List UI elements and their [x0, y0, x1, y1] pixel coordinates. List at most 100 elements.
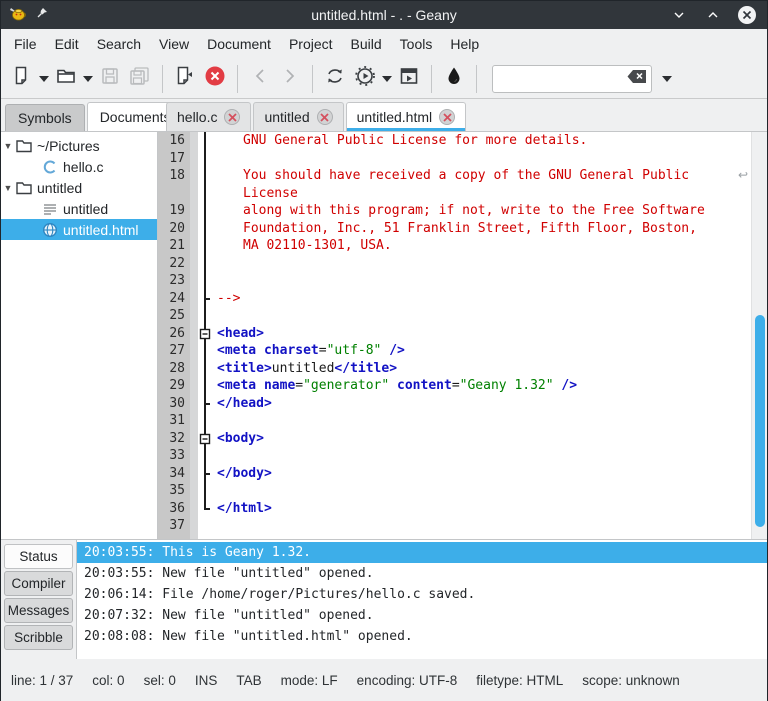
menu-search[interactable]: Search [88, 32, 150, 56]
code-line[interactable] [212, 447, 751, 465]
code-line[interactable]: You should have received a copy of the G… [212, 167, 751, 185]
scrollbar-thumb[interactable] [755, 315, 765, 527]
code-line[interactable] [212, 150, 751, 168]
code-line[interactable] [212, 482, 751, 500]
toolbar-search-field[interactable] [492, 65, 652, 93]
code-line[interactable]: </html> [212, 500, 751, 518]
status-message[interactable]: 20:06:14: File /home/roger/Pictures/hell… [77, 584, 767, 605]
code-line[interactable] [212, 272, 751, 290]
pin-icon[interactable] [35, 6, 49, 25]
status-message[interactable]: 20:08:08: New file "untitled.html" opene… [77, 626, 767, 647]
main-area: ▼~/Pictureshello.c▼untitleduntitleduntit… [1, 132, 767, 539]
fold-marker-boxminus[interactable] [198, 430, 212, 448]
open-file-button[interactable] [51, 64, 81, 94]
code-line[interactable]: <meta name="generator" content="Geany 1.… [212, 377, 751, 395]
close-tab-icon[interactable] [224, 109, 240, 125]
menu-view[interactable]: View [150, 32, 198, 56]
run-icon [399, 66, 419, 91]
tree-item--Pictures[interactable]: ▼~/Pictures [1, 135, 157, 156]
token-tag: <body> [217, 431, 264, 446]
fold-marker-line [198, 132, 212, 150]
code-line[interactable] [212, 517, 751, 535]
open-file-dropdown[interactable] [81, 64, 95, 94]
expander-icon[interactable]: ▼ [1, 141, 15, 151]
fold-marker-boxminus[interactable] [198, 325, 212, 343]
code-area[interactable]: GNU General Public License for more deta… [212, 132, 751, 539]
code-line[interactable]: <body> [212, 430, 751, 448]
build-dropdown[interactable] [380, 64, 394, 94]
clear-search-icon[interactable] [627, 69, 647, 89]
minimize-button[interactable] [669, 5, 689, 25]
color-chooser-button[interactable] [439, 64, 469, 94]
code-line[interactable] [212, 255, 751, 273]
fold-margin[interactable] [198, 132, 212, 539]
close-window-button[interactable] [737, 5, 757, 25]
tree-item-untitled[interactable]: ▼untitled [1, 177, 157, 198]
panel-tab-scribble[interactable]: Scribble [4, 625, 73, 650]
doc-tab-untitled[interactable]: untitled [253, 102, 343, 131]
status-message[interactable]: 20:07:32: New file "untitled" opened. [77, 605, 767, 626]
statusbar-segment-3: INS [195, 673, 218, 688]
code-line[interactable]: License [212, 185, 751, 203]
token-tag: /> [561, 378, 577, 393]
code-line[interactable]: along with this program; if not, write t… [212, 202, 751, 220]
menu-build[interactable]: Build [342, 32, 391, 56]
code-line[interactable]: --> [212, 290, 751, 308]
expander-icon[interactable]: ▼ [1, 183, 15, 193]
close-tab-icon[interactable] [317, 109, 333, 125]
search-history-dropdown[interactable] [660, 64, 674, 94]
toolbar-separator [162, 65, 163, 93]
menu-document[interactable]: Document [198, 32, 280, 56]
menu-edit[interactable]: Edit [46, 32, 88, 56]
close-document-button[interactable] [200, 64, 230, 94]
tree-item-hello-c[interactable]: hello.c [1, 156, 157, 177]
code-line[interactable]: </head> [212, 395, 751, 413]
editor-scrollbar[interactable] [751, 132, 767, 539]
compile-button[interactable] [320, 64, 350, 94]
tree-item-untitled-html[interactable]: untitled.html [1, 219, 157, 240]
run-button[interactable] [394, 64, 424, 94]
fold-marker-line [198, 412, 212, 430]
doc-tab-hello-c[interactable]: hello.c [166, 102, 251, 131]
status-message[interactable]: 20:03:55: New file "untitled" opened. [77, 563, 767, 584]
code-line[interactable]: <meta charset="utf-8" /> [212, 342, 751, 360]
panel-tab-messages[interactable]: Messages [4, 598, 73, 623]
code-line[interactable]: <title>untitled</title> [212, 360, 751, 378]
new-file-dropdown[interactable] [37, 64, 51, 94]
status-message[interactable]: 20:03:55: This is Geany 1.32. [77, 542, 767, 563]
token-cm: along with this program; if not, write t… [243, 203, 705, 218]
menu-file[interactable]: File [5, 32, 46, 56]
revert-button[interactable] [170, 64, 200, 94]
menu-help[interactable]: Help [441, 32, 488, 56]
code-line[interactable]: </body> [212, 465, 751, 483]
code-line[interactable] [212, 412, 751, 430]
token-txt: untitled [272, 361, 335, 376]
marker-margin[interactable] [190, 132, 198, 539]
toolbar-separator [476, 65, 477, 93]
navigate-back-button [245, 64, 275, 94]
tree-item-untitled[interactable]: untitled [1, 198, 157, 219]
code-line[interactable]: Foundation, Inc., 51 Franklin Street, Fi… [212, 220, 751, 238]
code-line[interactable]: GNU General Public License for more deta… [212, 132, 751, 150]
line-number-gutter[interactable]: 1617181920212223242526272829303132333435… [158, 132, 190, 539]
code-line[interactable]: MA 02110-1301, USA. [212, 237, 751, 255]
menu-project[interactable]: Project [280, 32, 342, 56]
fold-marker-line [198, 255, 212, 273]
fold-marker-line [198, 482, 212, 500]
search-input[interactable] [497, 71, 627, 86]
statusbar-segment-5: mode: LF [281, 673, 338, 688]
close-tab-icon[interactable] [439, 109, 455, 125]
new-file-button[interactable] [7, 64, 37, 94]
code-line[interactable] [212, 307, 751, 325]
menu-tools[interactable]: Tools [391, 32, 442, 56]
token-cm: MA 02110-1301, USA. [243, 238, 392, 253]
build-button[interactable] [350, 64, 380, 94]
token-tag: <title> [217, 361, 272, 376]
code-line[interactable]: <head> [212, 325, 751, 343]
doc-tab-untitled-html[interactable]: untitled.html [346, 102, 466, 131]
sidebar-tab-symbols[interactable]: Symbols [5, 104, 85, 131]
panel-tab-status[interactable]: Status [4, 544, 73, 569]
folder-icon [15, 138, 33, 154]
maximize-button[interactable] [703, 5, 723, 25]
panel-tab-compiler[interactable]: Compiler [4, 571, 73, 596]
